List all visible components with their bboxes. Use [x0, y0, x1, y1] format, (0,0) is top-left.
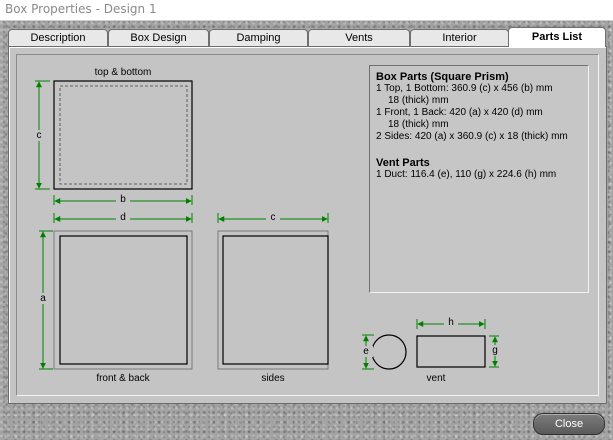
- parts-list-textbox[interactable]: Box Parts (Square Prism) 1 Top, 1 Bottom…: [369, 65, 589, 293]
- sides-panel-drawing: [217, 230, 329, 370]
- panel-content: top & bottom front & back sides vent c b…: [16, 54, 599, 396]
- vent-parts-heading: Vent Parts: [376, 157, 430, 169]
- tab-parts-list[interactable]: Parts List: [508, 27, 606, 47]
- close-button[interactable]: Close: [533, 413, 605, 435]
- dim-label-d: d: [116, 212, 130, 223]
- dim-label-c-left: c: [32, 130, 46, 141]
- top-bottom-label: top & bottom: [94, 67, 152, 78]
- parts-line: 18 (thick) mm: [388, 119, 449, 130]
- dim-label-c-sides: c: [266, 212, 280, 223]
- parts-line: 1 Duct: 116.4 (e), 110 (g) x 224.6 (h) m…: [376, 169, 557, 180]
- parts-line: 1 Top, 1 Bottom: 360.9 (c) x 456 (b) mm: [376, 83, 553, 94]
- parts-line: 18 (thick) mm: [388, 95, 449, 106]
- dim-label-e: e: [359, 346, 373, 357]
- parts-line: 2 Sides: 420 (a) x 360.9 (c) x 18 (thick…: [376, 131, 568, 142]
- dim-label-b: b: [116, 194, 130, 205]
- parts-list-panel: top & bottom front & back sides vent c b…: [8, 46, 607, 404]
- box-parts-heading: Box Parts (Square Prism): [376, 71, 509, 83]
- title-bar: Box Properties - Design 1: [0, 0, 613, 21]
- parts-line: 1 Front, 1 Back: 420 (a) x 420 (d) mm: [376, 107, 543, 118]
- dim-label-g: g: [488, 345, 502, 356]
- top-bottom-panel-drawing: [53, 80, 193, 190]
- dim-label-a: a: [36, 293, 50, 304]
- vent-drawing: [371, 334, 486, 370]
- window-title: Box Properties - Design 1: [5, 2, 157, 16]
- tab-vents[interactable]: Vents: [308, 29, 410, 46]
- tab-description[interactable]: Description: [8, 29, 108, 46]
- dim-label-h: h: [444, 317, 458, 328]
- front-back-label: front & back: [96, 373, 150, 384]
- tab-box-design[interactable]: Box Design: [108, 29, 209, 46]
- tab-interior[interactable]: Interior: [410, 29, 509, 46]
- sides-label: sides: [261, 373, 285, 384]
- tab-damping[interactable]: Damping: [209, 29, 308, 46]
- front-back-panel-drawing: [53, 230, 193, 370]
- vent-label: vent: [426, 373, 446, 384]
